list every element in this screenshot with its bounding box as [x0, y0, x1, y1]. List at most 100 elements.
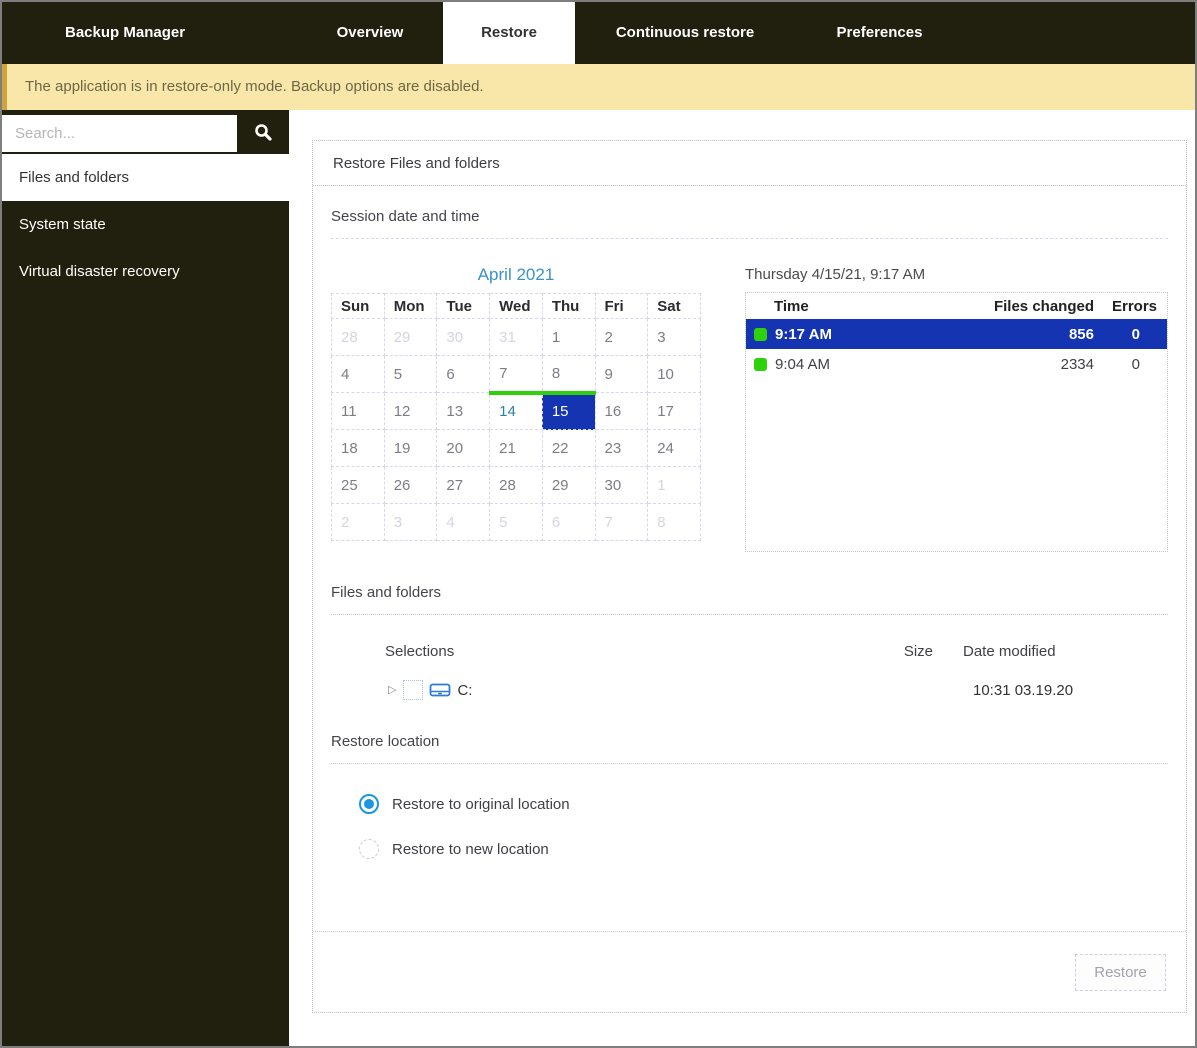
calendar-day[interactable]: 3 — [384, 504, 437, 541]
radio-option-restore-to-new-location[interactable]: Restore to new location — [359, 839, 1168, 859]
calendar-day[interactable]: 23 — [595, 430, 648, 467]
radio-option-restore-to-original-location[interactable]: Restore to original location — [359, 794, 1168, 814]
calendar-weekday: Wed — [490, 294, 543, 319]
session-table-header: Time Files changed Errors — [746, 293, 1167, 319]
calendar-day[interactable]: 28 — [332, 319, 385, 356]
calendar-weekday: Thu — [542, 294, 595, 319]
calendar-day[interactable]: 2 — [595, 319, 648, 356]
radio-label: Restore to original location — [392, 796, 570, 813]
sidebar-item-virtual-disaster-recovery[interactable]: Virtual disaster recovery — [2, 248, 289, 295]
calendar-day[interactable]: 1 — [648, 467, 701, 504]
calendar-day[interactable]: 5 — [384, 356, 437, 393]
calendar-day[interactable]: 4 — [437, 504, 490, 541]
search-input[interactable] — [2, 115, 237, 152]
calendar-day[interactable]: 22 — [542, 430, 595, 467]
calendar-day[interactable]: 21 — [490, 430, 543, 467]
calendar-day[interactable]: 5 — [490, 504, 543, 541]
calendar-day[interactable]: 30 — [595, 467, 648, 504]
calendar-day[interactable]: 12 — [384, 393, 437, 430]
calendar-day[interactable]: 18 — [332, 430, 385, 467]
session-files-changed: 856 — [980, 326, 1112, 343]
calendar-day[interactable]: 25 — [332, 467, 385, 504]
calendar: April 2021 SunMonTueWedThuFriSat 2829303… — [331, 265, 701, 552]
tree-row-c-drive[interactable]: ▷ C: 10:31 0 — [331, 677, 1168, 703]
session-time: 9:17 AM — [746, 326, 980, 343]
nav-tab-continuous-restore[interactable]: Continuous restore — [592, 2, 778, 64]
col-header-date-modified: Date modified — [963, 643, 1093, 660]
tree-node-label[interactable]: C: — [457, 682, 472, 699]
session-time: 9:04 AM — [746, 356, 980, 373]
calendar-grid: SunMonTueWedThuFriSat 282930311234567891… — [331, 293, 701, 541]
nav-tab-restore[interactable]: Restore — [443, 2, 575, 64]
session-row[interactable]: 9:04 AM23340 — [746, 349, 1167, 379]
calendar-day-highlighted[interactable]: 14 — [490, 393, 543, 430]
calendar-day[interactable]: 27 — [437, 467, 490, 504]
calendar-day[interactable]: 7 — [595, 504, 648, 541]
calendar-day[interactable]: 10 — [648, 356, 701, 393]
calendar-day[interactable]: 8 — [542, 356, 595, 393]
search-button[interactable] — [237, 115, 289, 152]
col-header-files-changed: Files changed — [980, 298, 1112, 315]
session-status-icon — [754, 328, 767, 341]
app-window: Backup Manager OverviewRestoreContinuous… — [0, 0, 1197, 1048]
top-nav: Backup Manager OverviewRestore Continuous… — [2, 2, 1195, 64]
calendar-day[interactable]: 31 — [490, 319, 543, 356]
restore-button[interactable]: Restore — [1075, 954, 1166, 991]
session-files-changed: 2334 — [980, 356, 1112, 373]
tree-checkbox[interactable] — [403, 680, 423, 700]
calendar-day[interactable]: 29 — [542, 467, 595, 504]
calendar-day[interactable]: 13 — [437, 393, 490, 430]
calendar-day[interactable]: 4 — [332, 356, 385, 393]
files-section-heading: Files and folders — [331, 584, 1168, 615]
calendar-day[interactable]: 6 — [437, 356, 490, 393]
drive-icon — [429, 681, 451, 699]
nav-tab-preferences[interactable]: Preferences — [802, 2, 957, 64]
calendar-day[interactable]: 30 — [437, 319, 490, 356]
calendar-day[interactable]: 16 — [595, 393, 648, 430]
session-errors: 0 — [1112, 356, 1167, 373]
panel-footer: Restore — [313, 931, 1186, 1012]
calendar-day[interactable]: 29 — [384, 319, 437, 356]
calendar-day[interactable]: 2 — [332, 504, 385, 541]
radio-unselected[interactable] — [359, 839, 379, 859]
sidebar-item-system-state[interactable]: System state — [2, 201, 289, 248]
sidebar-item-files-and-folders[interactable]: Files and folders — [2, 154, 289, 201]
search-icon — [253, 122, 273, 145]
restore-panel: Restore Files and folders Session date a… — [312, 140, 1187, 1013]
session-picker: April 2021 SunMonTueWedThuFriSat 2829303… — [331, 265, 1168, 552]
location-section-heading: Restore location — [331, 733, 1168, 764]
session-list: Thursday 4/15/21, 9:17 AM Time Files cha… — [745, 265, 1168, 552]
calendar-day[interactable]: 7 — [490, 356, 543, 393]
calendar-day[interactable]: 20 — [437, 430, 490, 467]
nav-tab-overview[interactable]: Overview — [302, 2, 438, 64]
tree-header: Selections Size Date modified — [331, 643, 1168, 660]
panel-body: Session date and time April 2021 SunMonT… — [313, 186, 1186, 931]
calendar-day[interactable]: 3 — [648, 319, 701, 356]
calendar-day[interactable]: 1 — [542, 319, 595, 356]
session-row[interactable]: 9:17 AM8560 — [746, 319, 1167, 349]
calendar-day[interactable]: 24 — [648, 430, 701, 467]
calendar-day[interactable]: 9 — [595, 356, 648, 393]
calendar-day[interactable]: 19 — [384, 430, 437, 467]
expander-icon[interactable]: ▷ — [388, 685, 396, 696]
session-table: Time Files changed Errors 9:17 AM85609:0… — [745, 292, 1168, 552]
panel-title: Restore Files and folders — [313, 141, 1186, 186]
calendar-day[interactable]: 8 — [648, 504, 701, 541]
calendar-day[interactable]: 26 — [384, 467, 437, 504]
calendar-day[interactable]: 11 — [332, 393, 385, 430]
calendar-weekday: Tue — [437, 294, 490, 319]
col-header-time: Time — [746, 298, 980, 315]
calendar-day[interactable]: 6 — [542, 504, 595, 541]
calendar-day-selected[interactable]: 15 — [542, 393, 595, 430]
sidebar-search — [2, 115, 289, 152]
calendar-day[interactable]: 28 — [490, 467, 543, 504]
calendar-weekday: Sat — [648, 294, 701, 319]
calendar-weekday: Mon — [384, 294, 437, 319]
radio-selected[interactable] — [359, 794, 379, 814]
col-header-selections: Selections — [331, 643, 873, 660]
calendar-month-title: April 2021 — [331, 265, 701, 285]
app-title: Backup Manager — [65, 2, 185, 64]
calendar-day[interactable]: 17 — [648, 393, 701, 430]
restore-location-options: Restore to original location Restore to n… — [331, 794, 1168, 859]
col-header-errors: Errors — [1112, 298, 1167, 315]
